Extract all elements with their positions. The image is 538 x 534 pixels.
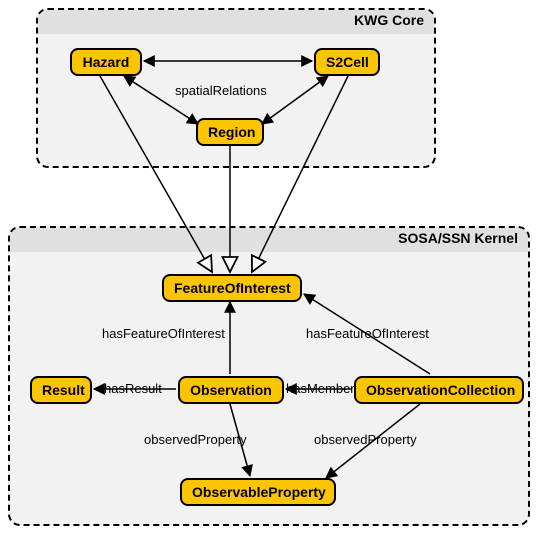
node-region: Region (196, 118, 264, 146)
edge-label-has-foi-left: hasFeatureOfInterest (102, 326, 225, 341)
node-observation: Observation (178, 376, 284, 404)
node-hazard: Hazard (70, 48, 142, 76)
edge-label-has-member: hasMember (286, 381, 355, 396)
node-observation-collection: ObservationCollection (354, 376, 524, 404)
edge-label-observed-property-left: observedProperty (144, 432, 247, 447)
node-feature-of-interest: FeatureOfInterest (162, 274, 302, 302)
edge-label-spatial-relations: spatialRelations (175, 83, 267, 98)
node-result: Result (30, 376, 92, 404)
edge-label-has-result: hasResult (104, 381, 162, 396)
container-title-sosa: SOSA/SSN Kernel (10, 228, 528, 252)
edge-label-observed-property-right: observedProperty (314, 432, 417, 447)
container-title-kwg: KWG Core (38, 10, 434, 34)
node-observable-property: ObservableProperty (180, 478, 336, 506)
edge-label-has-foi-right: hasFeatureOfInterest (306, 326, 429, 341)
node-s2cell: S2Cell (314, 48, 380, 76)
